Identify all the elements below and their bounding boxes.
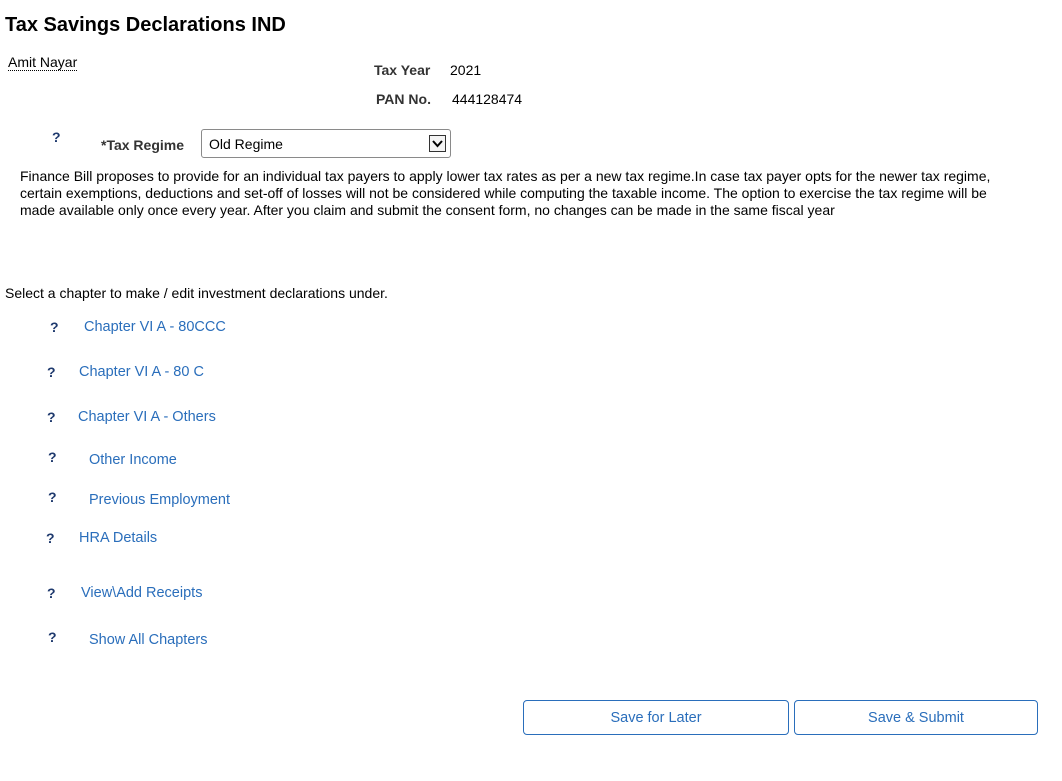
tax-regime-help-icon[interactable]: ?	[52, 129, 61, 145]
other-income-link[interactable]: Other Income	[89, 452, 177, 468]
chapter-others-help-icon[interactable]: ?	[47, 409, 56, 425]
page-title: Tax Savings Declarations IND	[5, 14, 286, 36]
chapter-80ccc-help-icon[interactable]: ?	[50, 319, 59, 335]
tax-regime-info-text: Finance Bill proposes to provide for an …	[20, 168, 991, 218]
pan-label: PAN No.	[376, 91, 431, 107]
chevron-down-icon[interactable]	[429, 135, 446, 152]
chapter-instruction: Select a chapter to make / edit investme…	[5, 285, 388, 301]
show-all-chapters-help-icon[interactable]: ?	[48, 629, 57, 645]
chapter-others-link[interactable]: Chapter VI A - Others	[78, 409, 216, 425]
tax-year-value: 2021	[450, 62, 482, 78]
show-all-chapters-link[interactable]: Show All Chapters	[89, 632, 207, 648]
previous-employment-link[interactable]: Previous Employment	[89, 492, 230, 508]
tax-regime-selected-value: Old Regime	[209, 136, 283, 152]
hra-details-help-icon[interactable]: ?	[46, 530, 55, 546]
hra-details-link[interactable]: HRA Details	[79, 530, 157, 546]
chapter-80c-link[interactable]: Chapter VI A - 80 C	[79, 364, 204, 380]
employee-name[interactable]: Amit Nayar	[8, 54, 78, 71]
chapter-80ccc-link[interactable]: Chapter VI A - 80CCC	[84, 319, 226, 335]
other-income-help-icon[interactable]: ?	[48, 449, 57, 465]
view-add-receipts-link[interactable]: View\Add Receipts	[81, 585, 202, 601]
pan-value: 444128474	[452, 91, 523, 107]
tax-regime-label: *Tax Regime	[101, 137, 184, 153]
tax-regime-select[interactable]: Old Regime	[201, 129, 451, 158]
view-add-receipts-help-icon[interactable]: ?	[47, 585, 56, 601]
chapter-80c-help-icon[interactable]: ?	[47, 364, 56, 380]
save-for-later-button[interactable]: Save for Later	[523, 700, 789, 735]
previous-employment-help-icon[interactable]: ?	[48, 489, 57, 505]
tax-year-label: Tax Year	[374, 62, 431, 78]
save-and-submit-button[interactable]: Save & Submit	[794, 700, 1038, 735]
